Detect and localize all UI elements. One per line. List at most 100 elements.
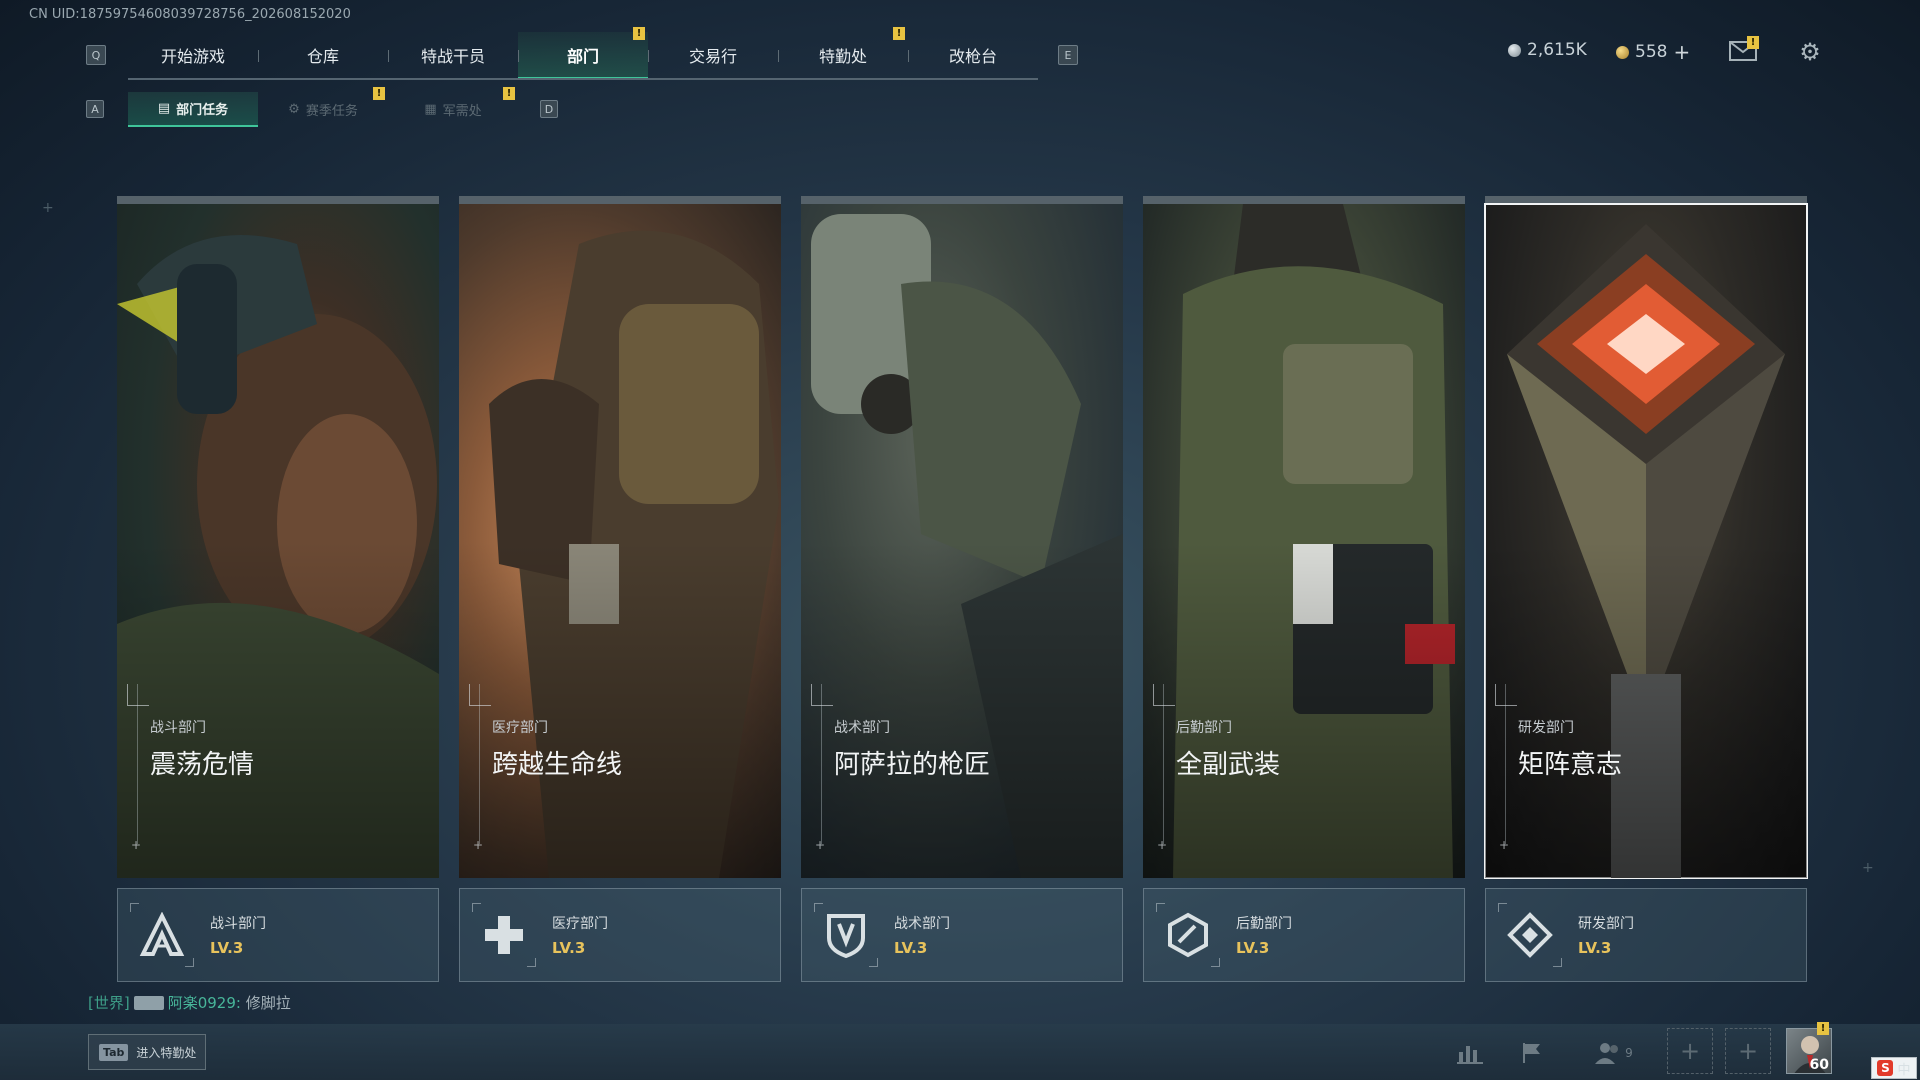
- card-strip: [117, 196, 439, 204]
- card-title: 跨越生命线: [492, 750, 623, 780]
- player-badge-icon: [133, 996, 164, 1010]
- department-level: LV.3: [894, 939, 928, 957]
- card-strip: [459, 196, 781, 204]
- key-hint-tab: Tab: [99, 1043, 129, 1061]
- department-level: LV.3: [552, 939, 586, 957]
- guide-line: [1505, 684, 1506, 844]
- add-icon: +: [1679, 1037, 1701, 1065]
- card-category: 战斗部门: [150, 720, 206, 736]
- department-footer[interactable]: 研发部门 LV.3: [1485, 888, 1807, 982]
- department-name: 研发部门: [1578, 916, 1634, 932]
- card-title: 矩阵意志: [1518, 750, 1623, 780]
- department-card-medical[interactable]: + 医疗部门 跨越生命线 医疗部门 LV.3: [459, 196, 781, 982]
- guide-line: [1163, 684, 1164, 844]
- guide-line: [479, 684, 480, 844]
- deco-cross: +: [1862, 860, 1874, 876]
- uid-label: CN UID:18759754608039728756_202608152020: [29, 7, 351, 22]
- subtab-supply[interactable]: ▦ 军需处: [388, 92, 518, 127]
- card-category: 医疗部门: [492, 720, 548, 736]
- gold-currency: 558 +: [1616, 40, 1690, 64]
- alert-icon: !: [1747, 36, 1759, 49]
- department-name: 战斗部门: [210, 916, 266, 932]
- card-artwork: + 研发部门 矩阵意志: [1484, 203, 1808, 879]
- department-name: 后勤部门: [1236, 916, 1292, 932]
- gear-icon: ⚙: [1799, 38, 1821, 66]
- enter-special-ops-label: 进入特勤处: [136, 1045, 197, 1060]
- tab-start-game[interactable]: 开始游戏: [128, 32, 258, 78]
- alert-icon: !: [503, 87, 515, 100]
- tab-department[interactable]: 部门: [518, 32, 648, 80]
- ime-mode: 中: [1897, 1062, 1911, 1078]
- ime-indicator[interactable]: S 中: [1871, 1057, 1917, 1079]
- player-level: 60: [1809, 1057, 1829, 1073]
- key-hint-d: D: [540, 100, 558, 118]
- silver-coin-icon: [1508, 43, 1521, 57]
- flag-button[interactable]: [1514, 1036, 1550, 1070]
- tab-warehouse[interactable]: 仓库: [258, 32, 388, 78]
- sub-nav: ▤ 部门任务 ⚙ 赛季任务 ▦ 军需处: [128, 92, 518, 127]
- team-slot-1[interactable]: +: [1667, 1028, 1713, 1074]
- logistics-hex-icon: [1156, 903, 1220, 967]
- friends-button[interactable]: 9: [1586, 1036, 1642, 1070]
- key-hint-a: A: [86, 100, 104, 118]
- department-card-combat[interactable]: + 战斗部门 震荡危情 战斗部门 LV.3: [117, 196, 439, 982]
- corner-mark: [1495, 684, 1517, 706]
- card-artwork: + 战术部门 阿萨拉的枪匠: [801, 204, 1123, 878]
- chat-sender: 阿楽0929:: [167, 994, 241, 1012]
- ime-logo-icon: S: [1877, 1060, 1894, 1076]
- medical-cross-icon: [472, 903, 536, 967]
- key-hint-e: E: [1058, 45, 1078, 65]
- department-footer[interactable]: 战术部门 LV.3: [801, 888, 1123, 982]
- enter-special-ops-button[interactable]: Tab 进入特勤处: [88, 1034, 206, 1070]
- department-footer[interactable]: 后勤部门 LV.3: [1143, 888, 1465, 982]
- card-category: 研发部门: [1518, 720, 1574, 736]
- plus-mark: +: [131, 838, 142, 852]
- department-card-logistics[interactable]: + 后勤部门 全副武装 后勤部门 LV.3: [1143, 196, 1465, 982]
- settings-button[interactable]: ⚙: [1794, 36, 1826, 68]
- stats-button[interactable]: [1452, 1036, 1488, 1070]
- subtab-label: 赛季任务: [305, 104, 358, 119]
- world-chat[interactable]: [世界] 阿楽0929: 修脚拉: [88, 992, 291, 1013]
- subtab-label: 部门任务: [176, 103, 229, 118]
- tactical-shield-icon: [814, 903, 878, 967]
- bar-chart-icon: [1457, 1046, 1483, 1064]
- department-level: LV.3: [1578, 939, 1612, 957]
- department-card-research[interactable]: + 研发部门 矩阵意志 研发部门 LV.3: [1484, 196, 1808, 982]
- card-title: 震荡危情: [150, 750, 255, 780]
- corner-mark: [1153, 684, 1175, 706]
- team-slot-2[interactable]: +: [1725, 1028, 1771, 1074]
- corner-mark: [127, 684, 149, 706]
- add-gold-button[interactable]: +: [1673, 40, 1690, 64]
- plus-mark: +: [473, 838, 484, 852]
- card-artwork: + 后勤部门 全副武装: [1143, 204, 1465, 878]
- card-title: 阿萨拉的枪匠: [834, 750, 991, 780]
- alert-icon: !: [1817, 1022, 1829, 1035]
- department-name: 战术部门: [894, 916, 950, 932]
- key-hint-q: Q: [86, 45, 106, 65]
- card-strip: [1485, 196, 1807, 204]
- tab-operators[interactable]: 特战干员: [388, 32, 518, 78]
- alert-icon: !: [373, 87, 385, 100]
- card-category: 战术部门: [834, 720, 890, 736]
- subtab-season-tasks[interactable]: ⚙ 赛季任务: [258, 92, 388, 127]
- subtab-department-tasks[interactable]: ▤ 部门任务: [128, 92, 258, 127]
- department-footer[interactable]: 战斗部门 LV.3: [117, 888, 439, 982]
- department-cards: + 战斗部门 震荡危情 战斗部门 LV.3 + 医疗部门 跨越生命线 医疗部门 …: [117, 196, 1808, 986]
- supply-icon: ▦: [424, 102, 437, 117]
- department-footer[interactable]: 医疗部门 LV.3: [459, 888, 781, 982]
- department-card-tactical[interactable]: + 战术部门 阿萨拉的枪匠 战术部门 LV.3: [801, 196, 1123, 982]
- subtab-label: 军需处: [442, 104, 482, 119]
- corner-mark: [469, 684, 491, 706]
- tab-trade[interactable]: 交易行: [648, 32, 778, 78]
- guide-line: [821, 684, 822, 844]
- friends-count: 9: [1625, 1046, 1633, 1060]
- task-icon: ▤: [157, 101, 171, 116]
- alert-icon: !: [633, 27, 645, 40]
- chat-channel: [世界]: [88, 994, 130, 1012]
- tab-special-ops[interactable]: 特勤处: [778, 32, 908, 78]
- card-strip: [801, 196, 1123, 204]
- department-level: LV.3: [1236, 939, 1270, 957]
- card-category: 后勤部门: [1176, 720, 1232, 736]
- tab-gunsmith[interactable]: 改枪台: [908, 32, 1038, 78]
- silver-currency: 2,615K: [1508, 40, 1587, 60]
